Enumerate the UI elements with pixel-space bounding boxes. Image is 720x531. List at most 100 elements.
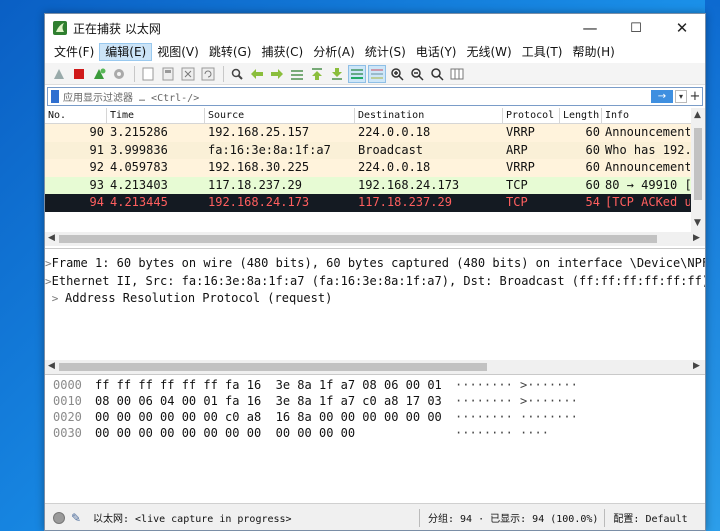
bytes-hex: 08 00 06 04 00 01 fa 16 3e 8a 1f a7 c0 a…: [95, 394, 442, 408]
cell-source: 192.168.25.157: [208, 125, 310, 139]
packet-list-header: No. Time Source Destination Protocol Len…: [45, 108, 705, 124]
bytes-row[interactable]: 0000 ff ff ff ff ff ff fa 16 3e 8a 1f a7…: [45, 377, 705, 393]
column-header-no[interactable]: No.: [45, 108, 107, 123]
cell-destination: 117.18.237.29: [358, 195, 452, 210]
edit-comment-icon[interactable]: ✎: [71, 511, 85, 525]
menu-view[interactable]: 视图(V): [152, 43, 204, 61]
toolbar-separator: [223, 65, 224, 82]
packet-bytes-pane: 0000 ff ff ff ff ff ff fa 16 3e 8a 1f a7…: [45, 374, 705, 502]
wireshark-window: 正在捕获 以太网 — ☐ ✕ 文件(F) 编辑(E) 视图(V) 跳转(G) 捕…: [44, 13, 706, 531]
title-bar: 正在捕获 以太网 — ☐ ✕: [45, 14, 705, 42]
display-filter-bar: 应用显示过滤器 … <Ctrl-/> → ▾ +: [47, 87, 703, 106]
packet-row[interactable]: 90 3.215286 192.168.25.157 224.0.0.18 VRRP 60…: [45, 124, 705, 142]
cell-no: 93: [89, 177, 104, 192]
packet-row[interactable]: 92 4.059783 192.168.30.225 224.0.0.18 VRRP 60…: [45, 159, 705, 177]
colorize-icon[interactable]: [368, 64, 386, 83]
autoscroll-icon[interactable]: [348, 64, 366, 83]
bytes-row[interactable]: 0030 00 00 00 00 00 00 00 00 00 00 00 00…: [45, 425, 705, 441]
filter-history-dropdown[interactable]: ▾: [675, 90, 687, 103]
restart-icon[interactable]: [90, 65, 108, 83]
bytes-row[interactable]: 0010 08 00 06 04 00 01 fa 16 3e 8a 1f a7…: [45, 393, 705, 409]
menu-edit[interactable]: 编辑(E): [99, 43, 153, 61]
zoom-out-icon[interactable]: [408, 65, 426, 83]
bytes-ascii: ········ >·······: [455, 394, 578, 408]
bytes-hex: 00 00 00 00 00 00 00 00 00 00 00 00: [95, 426, 356, 440]
status-bar: ✎ 以太网: <live capture in progress> 分组: 94…: [45, 503, 705, 530]
cell-destination: 224.0.0.18: [358, 160, 431, 175]
bytes-ascii: ········ ····: [455, 426, 549, 440]
column-header-length[interactable]: Length: [560, 108, 602, 123]
menu-go[interactable]: 跳转(G): [204, 43, 257, 61]
menu-tools[interactable]: 工具(T): [517, 43, 568, 61]
zoom-in-icon[interactable]: [388, 65, 406, 83]
tree-item-ethernet[interactable]: > Ethernet II, Src: fa:16:3e:8a:1f:a7 (f…: [45, 273, 705, 291]
cell-info: Announcement: [605, 125, 690, 139]
scroll-down-icon[interactable]: ▼: [694, 218, 701, 228]
save-file-icon[interactable]: [159, 65, 177, 83]
menu-statistics[interactable]: 统计(S): [360, 43, 411, 61]
menu-capture[interactable]: 捕获(C): [256, 43, 308, 61]
apply-filter-button[interactable]: →: [651, 90, 673, 103]
scroll-thumb[interactable]: [694, 128, 702, 200]
packet-list-hscrollbar[interactable]: ◀ ▶: [45, 232, 705, 246]
shark-fin-icon[interactable]: [50, 65, 68, 83]
column-header-source[interactable]: Source: [205, 108, 355, 123]
profile-text[interactable]: 配置: Default: [613, 510, 687, 525]
scroll-up-icon[interactable]: ▲: [694, 110, 701, 120]
menu-help[interactable]: 帮助(H): [567, 43, 619, 61]
cell-destination: Broadcast: [358, 142, 424, 157]
scroll-left-icon[interactable]: ◀: [48, 361, 55, 371]
expand-chevron-icon[interactable]: >: [45, 273, 52, 291]
window-title: 正在捕获 以太网: [73, 21, 161, 36]
expand-chevron-icon[interactable]: >: [45, 290, 65, 308]
go-back-icon[interactable]: [248, 65, 266, 83]
go-first-icon[interactable]: [308, 65, 326, 83]
tree-item-arp[interactable]: > Address Resolution Protocol (request): [45, 290, 705, 308]
packet-row[interactable]: 93 4.213403 117.18.237.29 192.168.24.173 TCP…: [45, 176, 705, 195]
go-last-icon[interactable]: [328, 65, 346, 83]
cell-source: fa:16:3e:8a:1f:a7: [208, 142, 331, 157]
go-to-packet-icon[interactable]: [288, 65, 306, 83]
open-file-icon[interactable]: [139, 65, 157, 83]
menu-analyze[interactable]: 分析(A): [308, 43, 360, 61]
column-header-time[interactable]: Time: [107, 108, 205, 123]
add-filter-button[interactable]: +: [689, 89, 701, 104]
cell-time: 4.059783: [110, 160, 168, 175]
bookmark-icon[interactable]: [51, 90, 59, 103]
scroll-right-icon[interactable]: ▶: [693, 361, 700, 371]
menu-wireless[interactable]: 无线(W): [462, 43, 517, 61]
cell-no: 90: [89, 125, 104, 139]
bytes-row[interactable]: 0020 00 00 00 00 00 00 c0 a8 16 8a 00 00…: [45, 409, 705, 425]
scroll-thumb[interactable]: [59, 363, 487, 371]
column-header-protocol[interactable]: Protocol: [503, 108, 560, 123]
maximize-button[interactable]: ☐: [613, 14, 659, 42]
menu-telephony[interactable]: 电话(Y): [411, 43, 462, 61]
column-header-destination[interactable]: Destination: [355, 108, 503, 123]
reload-icon[interactable]: [199, 65, 217, 83]
go-forward-icon[interactable]: [268, 65, 286, 83]
packet-row[interactable]: 94 4.213445 192.168.24.173 117.18.237.29 TCP…: [45, 194, 705, 212]
details-hscrollbar[interactable]: ◀ ▶: [45, 360, 705, 374]
capture-status-icon[interactable]: [53, 511, 65, 524]
expand-chevron-icon[interactable]: >: [45, 255, 52, 273]
resize-columns-icon[interactable]: [448, 65, 466, 83]
minimize-button[interactable]: —: [567, 14, 613, 42]
display-filter-input[interactable]: 应用显示过滤器 … <Ctrl-/>: [63, 89, 651, 104]
tree-item-frame[interactable]: > Frame 1: 60 bytes on wire (480 bits), …: [45, 255, 705, 273]
cell-destination: 192.168.24.173: [358, 177, 460, 192]
column-header-info[interactable]: Info: [602, 108, 691, 123]
close-file-icon[interactable]: [179, 65, 197, 83]
cell-destination: 224.0.0.18: [358, 125, 431, 139]
scroll-left-icon[interactable]: ◀: [48, 233, 55, 243]
zoom-normal-icon[interactable]: [428, 65, 446, 83]
scroll-right-icon[interactable]: ▶: [693, 233, 700, 243]
packet-row[interactable]: 91 3.999836 fa:16:3e:8a:1f:a7 Broadcast ARP 6…: [45, 141, 705, 160]
find-icon[interactable]: [228, 65, 246, 83]
scroll-thumb[interactable]: [59, 235, 657, 243]
close-button[interactable]: ✕: [659, 14, 705, 42]
stop-icon[interactable]: [70, 65, 88, 83]
packet-list-vscrollbar[interactable]: ▲ ▼: [691, 108, 705, 232]
options-gear-icon[interactable]: [110, 65, 128, 83]
menu-file[interactable]: 文件(F): [49, 43, 99, 61]
cell-source: 192.168.30.225: [208, 160, 310, 175]
